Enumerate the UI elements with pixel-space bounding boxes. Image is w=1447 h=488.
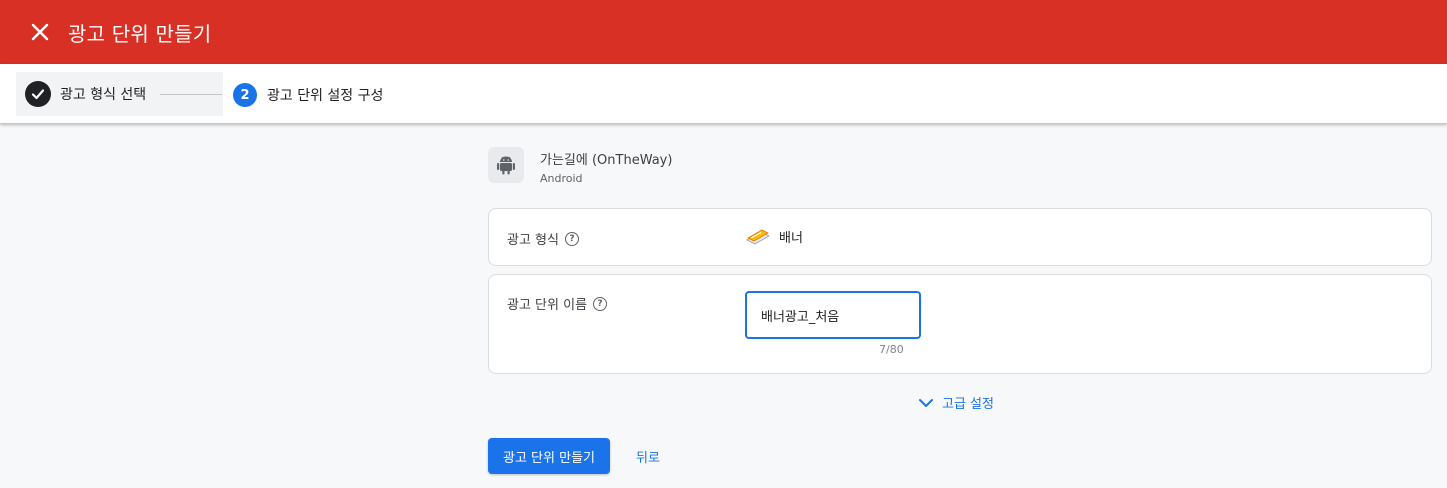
page-title: 광고 단위 만들기 xyxy=(68,21,212,46)
chevron-down-icon xyxy=(919,398,933,407)
help-icon[interactable]: ? xyxy=(593,296,608,311)
step-number-badge: 2 xyxy=(233,83,257,107)
stepper: 광고 형식 선택 2 광고 단위 설정 구성 xyxy=(0,64,1447,124)
ad-format-value: 배너 xyxy=(745,227,803,246)
back-button[interactable]: 뒤로 xyxy=(626,438,670,474)
step-label: 광고 형식 선택 xyxy=(60,87,147,103)
app-info: 가는길에 (OnTheWay) Android xyxy=(488,147,672,185)
check-icon xyxy=(25,81,51,107)
ad-format-label-text: 광고 형식 xyxy=(507,233,559,248)
banner-icon xyxy=(746,229,770,244)
ad-format-value-text: 배너 xyxy=(779,231,803,246)
help-icon[interactable]: ? xyxy=(564,231,579,246)
ad-unit-name-input[interactable] xyxy=(745,291,921,339)
ad-unit-name-label-text: 광고 단위 이름 xyxy=(507,298,588,313)
step-label: 광고 단위 설정 구성 xyxy=(267,88,384,104)
ad-format-label: 광고 형식 ? xyxy=(507,229,579,248)
create-ad-unit-button[interactable]: 광고 단위 만들기 xyxy=(488,438,610,474)
app-name: 가는길에 (OnTheWay) xyxy=(540,153,673,168)
top-app-bar: 광고 단위 만들기 xyxy=(0,0,1447,64)
ad-unit-name-label: 광고 단위 이름 ? xyxy=(507,294,608,313)
step-configure-settings: 2 광고 단위 설정 구성 xyxy=(233,82,383,108)
app-platform: Android xyxy=(540,172,583,185)
close-button[interactable] xyxy=(28,20,52,44)
advanced-settings-toggle[interactable]: 고급 설정 xyxy=(918,393,994,412)
ad-unit-name-card: 광고 단위 이름 ? 7/80 xyxy=(488,274,1432,374)
advanced-settings-label: 고급 설정 xyxy=(942,397,994,412)
ad-format-card: 광고 형식 ? 배너 xyxy=(488,208,1432,266)
step-connector xyxy=(160,94,222,95)
char-count: 7/80 xyxy=(879,343,904,356)
android-icon xyxy=(488,147,524,183)
close-icon xyxy=(31,23,49,41)
